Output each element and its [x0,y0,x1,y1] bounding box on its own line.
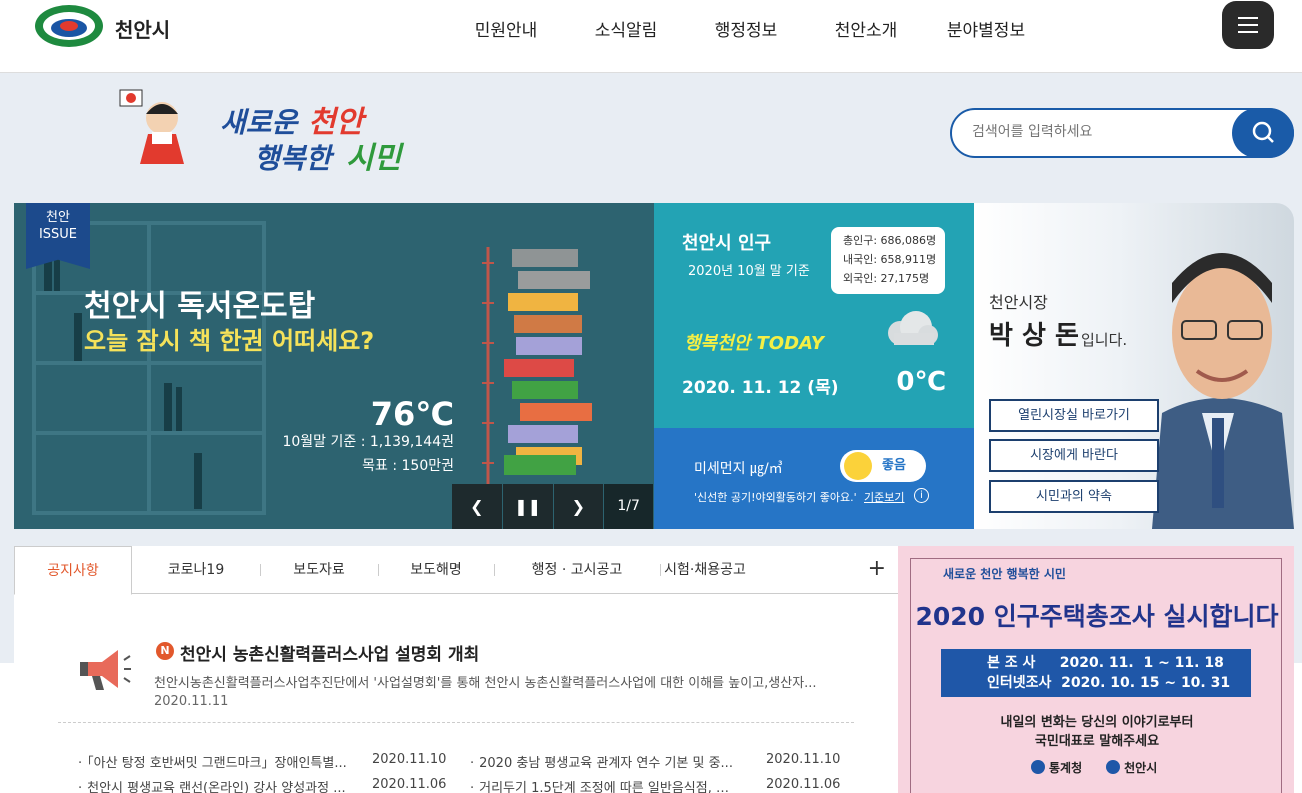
today-date: 2020. 11. 12 (목) [682,378,839,398]
cheonan-logo: 천안시 [1106,759,1157,776]
search-box [950,108,1294,158]
divider [58,722,854,723]
chevron-right-icon: ❯ [571,497,586,516]
fine-dust-label: 미세먼지 ㎍/㎥ [694,461,783,477]
reading-goal: 목표 : 150만권 [362,458,454,474]
more-plus-icon[interactable]: + [868,556,886,581]
city-logo-icon[interactable] [34,4,104,48]
chevron-left-icon: ❮ [470,497,484,516]
headline-desc[interactable]: 천안시농촌신활력플러스사업추진단에서 '사업설명회'를 통해 천안시 농촌신활력… [154,672,854,691]
list-item[interactable]: 거리두기 1.5단계 조정에 따른 일반음식점, 휴... [470,777,740,793]
slider-page-indicator: 1/7 [604,484,653,529]
info-icon[interactable]: i [914,488,929,503]
population-basis: 2020년 10월 말 기준 [688,264,810,279]
new-badge: N [156,642,174,660]
list-item-date: 2020.11.06 [766,777,841,792]
mayor-promise-link[interactable]: 시민과의 약속 [989,480,1159,513]
tab-covid19[interactable]: 코로나19 [132,546,260,594]
tab-recruit[interactable]: 시험·채용공고 [660,546,750,594]
smile-icon [844,452,872,480]
today-label: 행복천안 TODAY [684,333,824,354]
population-panel: 천안시 인구 2020년 10월 말 기준 총인구: 686,086명 내국인:… [654,203,974,428]
population-total: 총인구: 686,086명 [843,234,937,247]
mayor-request-link[interactable]: 시장에게 바란다 [989,439,1159,472]
headline-title[interactable]: 천안시 농촌신활력플러스사업 설명회 개최 [180,640,479,665]
issue-slider[interactable]: 천안 ISSUE 천안시 독서온도탑 오늘 잠시 책 한권 어떠세요? 76℃ … [14,203,654,529]
hamburger-menu-button[interactable] [1222,1,1274,49]
tab-notice[interactable]: 공지사항 [14,546,132,595]
reading-temperature: 76℃ [370,395,454,433]
banner-frame: 새로운 천안 행복한 시민 2020 인구주택총조사 실시합니다 본 조 사 2… [910,558,1282,793]
svg-text:행복한: 행복한 [254,142,336,172]
fine-dust-panel: 미세먼지 ㎍/㎥ 좋음 '신선한 공기!야외활동하기 좋아요.' 기준보기 i [654,428,974,529]
mayor-name: 박 상 돈 [989,321,1079,351]
tab-press[interactable]: 보도자료 [260,546,378,594]
today-temperature: 0℃ [896,367,946,397]
list-item[interactable]: 2020 충남 평생교육 관계자 연수 기본 및 중... [470,752,740,771]
slider-prev-button[interactable]: ❮ [452,484,502,529]
fine-dust-criteria-link[interactable]: 기준보기 [864,489,904,505]
slider-controls: ❮ ❚❚ ❯ 1/7 [452,484,654,529]
issue-subtitle[interactable]: 오늘 잠시 책 한권 어떠세요? [84,321,374,356]
statistics-korea-logo: 통계청 [1031,759,1082,776]
banner-title: 2020 인구주택총조사 실시합니다 [915,602,1279,631]
pause-icon: ❚❚ [514,497,542,516]
population-title: 천안시 인구 [682,233,772,254]
issue-title[interactable]: 천안시 독서온도탑 [84,281,315,325]
search-input[interactable] [972,124,1222,140]
census-banner[interactable]: 새로운 천안 행복한 시민 2020 인구주택총조사 실시합니다 본 조 사 2… [898,546,1294,793]
list-item[interactable]: 천안시 평생교육 랜선(온라인) 강사 양성과정 ... [78,777,348,793]
slogan-image: 새로운 천안 행복한 시민 [220,105,405,172]
site-header: 천안시 민원안내 소식알림 행정정보 천안소개 분야별정보 [0,0,1302,73]
svg-text:새로운: 새로운 [220,106,300,139]
list-item-date: 2020.11.10 [766,752,841,767]
mayor-panel: 천안시장 박 상 돈 입니다. 열린시장실 바로가기 시장에게 바란다 시민과의… [974,203,1294,529]
fine-dust-note: '신선한 공기!야외활동하기 좋아요.' [694,491,857,504]
nav-civil[interactable]: 민원안내 [446,16,566,41]
mayor-office-link[interactable]: 열린시장실 바로가기 [989,399,1159,432]
megaphone-icon [80,650,131,690]
population-stats: 총인구: 686,086명 내국인: 658,911명 외국인: 27,175명 [831,227,945,294]
nav-intro[interactable]: 천안소개 [806,16,926,41]
list-item-date: 2020.11.10 [372,752,447,767]
banner-logos: 통계청 천안시 [1031,759,1157,776]
tab-admin-notice[interactable]: 행정 · 고시공고 [494,546,660,594]
city-name[interactable]: 천안시 [115,14,170,43]
nav-field[interactable]: 분야별정보 [926,16,1046,41]
population-domestic: 내국인: 658,911명 [843,253,937,266]
mascot-image [119,89,184,164]
svg-text:시민: 시민 [346,141,405,172]
bookshelf-background [14,203,654,529]
nav-admin[interactable]: 행정정보 [686,16,806,41]
reading-base: 10월말 기준 : 1,139,144권 [282,434,454,450]
fine-dust-status: 좋음 [840,450,926,482]
board-tabs: 공지사항 코로나19 보도자료 보도해명 행정 · 고시공고 시험·채용공고 [14,546,900,595]
search-button[interactable] [1232,108,1294,158]
cloud-icon [888,311,938,345]
main-nav: 민원안내 소식알림 행정정보 천안소개 분야별정보 [446,16,1046,41]
search-icon [1252,121,1274,143]
list-item-date: 2020.11.06 [372,777,447,792]
headline-date: 2020.11.11 [154,694,229,709]
slider-next-button[interactable]: ❯ [553,484,604,529]
banner-schedule: 본 조 사 2020. 11. 1 ~ 11. 18 인터넷조사 2020. 1… [941,649,1251,697]
notice-board: 공지사항 코로나19 보도자료 보도해명 행정 · 고시공고 시험·채용공고 +… [14,546,900,793]
mayor-role: 천안시장 [989,293,1048,312]
mayor-photo [1152,253,1294,529]
tab-press-explain[interactable]: 보도해명 [378,546,494,594]
issue-badge: 천안 ISSUE [26,203,90,269]
banner-message: 내일의 변화는 당신의 이야기로부터 국민대표로 말해주세요 [1000,715,1194,749]
banner-slogan: 새로운 천안 행복한 시민 [943,567,1066,581]
svg-text:천안: 천안 [308,105,368,140]
list-item[interactable]: 「아산 탕정 호반써밋 그랜드마크」장애인특별... [78,752,348,771]
mayor-name-suffix: 입니다. [1081,331,1128,349]
population-foreign: 외국인: 27,175명 [843,272,930,285]
nav-news[interactable]: 소식알림 [566,16,686,41]
slider-pause-button[interactable]: ❚❚ [502,484,553,529]
